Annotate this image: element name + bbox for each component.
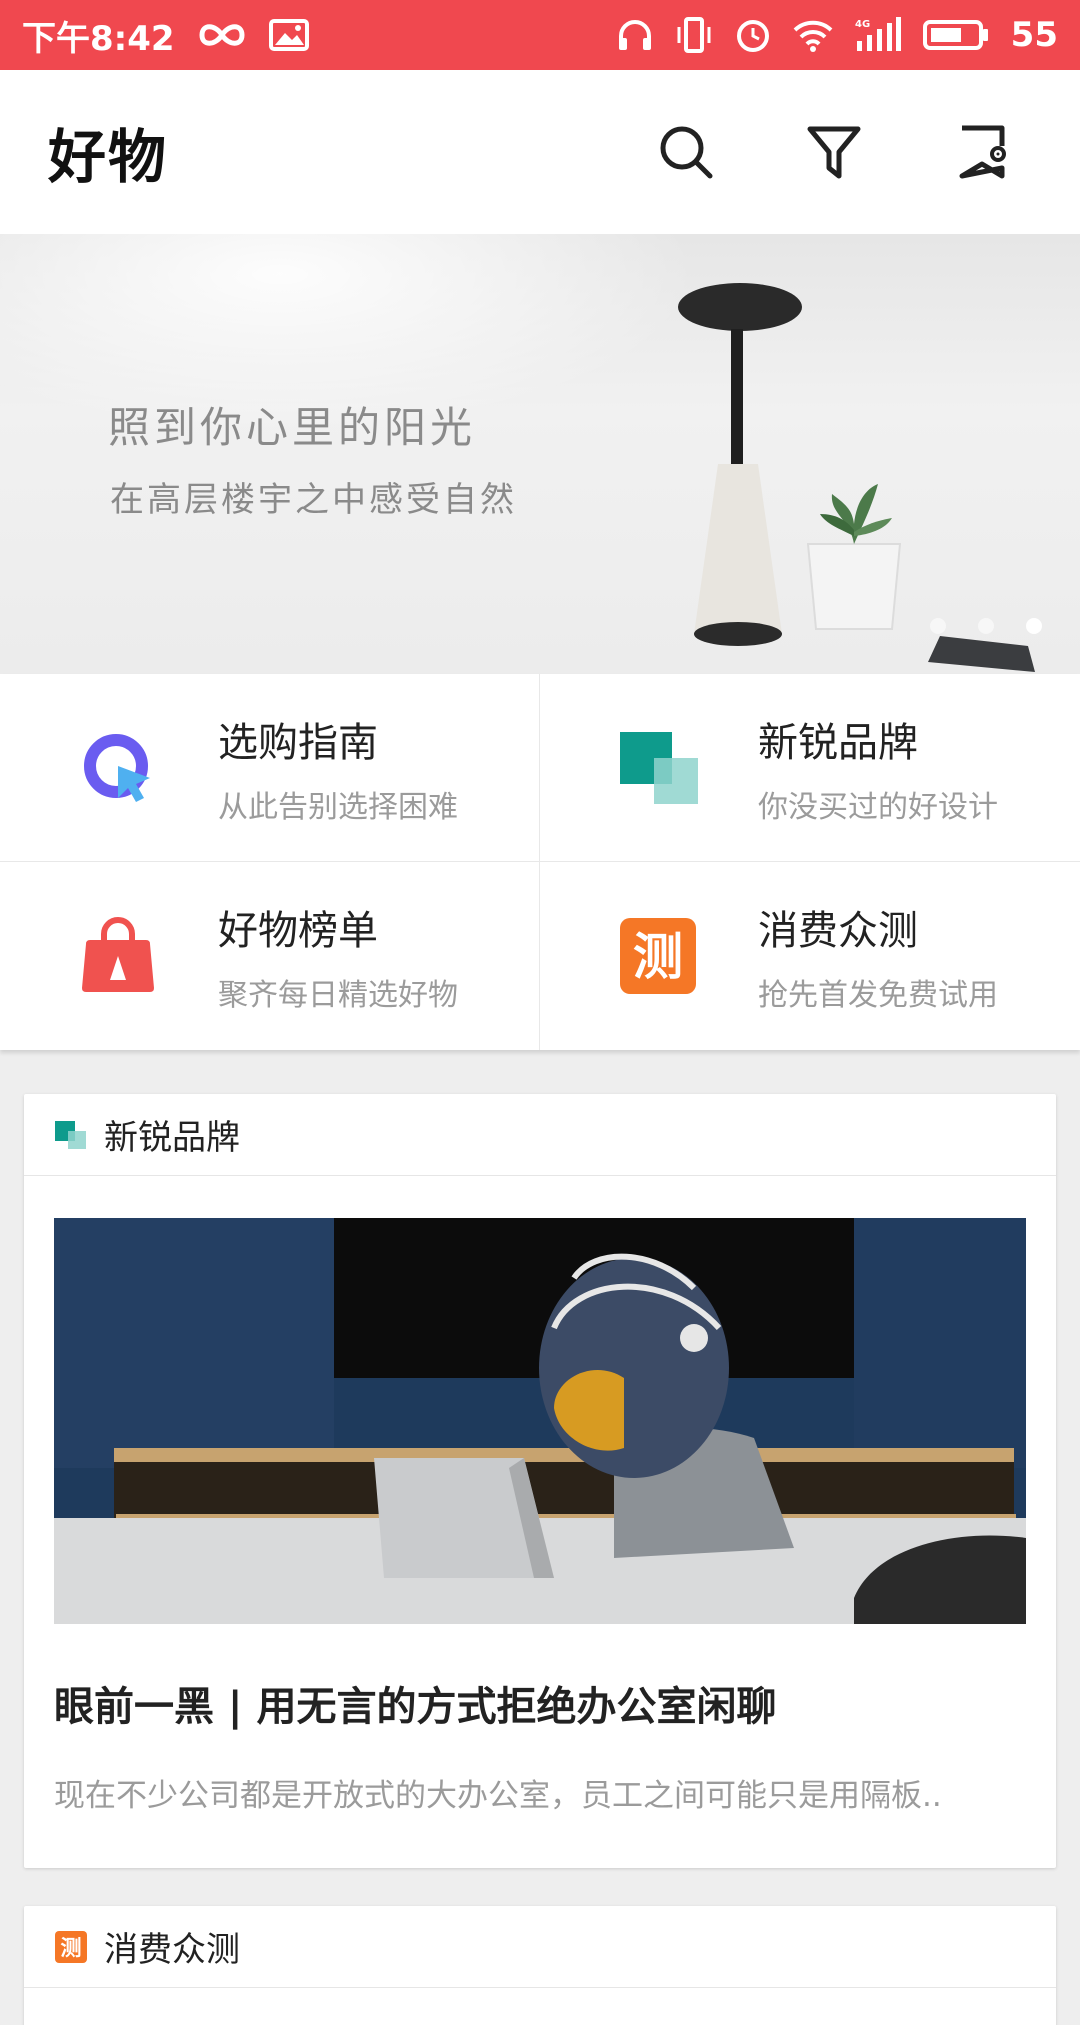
quick-links-grid: 选购指南 从此告别选择困难 新锐品牌 你没买过的好设计 好物榜单 聚齐每日精选好…: [0, 674, 1080, 1050]
quick-link-title: 消费众测: [758, 908, 918, 954]
banner-headline: 照到你心里的阳光: [108, 403, 477, 452]
filter-icon: [807, 126, 861, 179]
section-card-new-brands: 新锐品牌 眼前一黑 | 用无言的方式拒绝办公室闲聊 现在不少公司都是开放式的大办…: [24, 1094, 1056, 1868]
brand-icon: [620, 731, 698, 804]
quick-link-product-testing[interactable]: 测 消费众测 抢先首发免费试用: [540, 862, 1080, 1050]
quick-link-title: 新锐品牌: [758, 719, 918, 766]
banner-lamp-image: [678, 283, 1035, 672]
quick-link-title: 选购指南: [218, 719, 378, 766]
article-summary: 现在不少公司都是开放式的大办公室，员工之间可能只是用隔板..: [54, 1778, 942, 1814]
section-header[interactable]: 测 消费众测: [24, 1906, 1056, 1988]
section-card-product-testing: 测 消费众测: [24, 1906, 1056, 2025]
app-bar: 好物: [0, 70, 1080, 234]
page-title: 好物: [48, 123, 169, 191]
alarm-icon: [735, 15, 771, 55]
quick-link-title: 好物榜单: [218, 908, 378, 954]
promo-banner[interactable]: 照到你心里的阳光 在高层楼宇之中感受自然: [0, 234, 1080, 674]
banner-dot[interactable]: [930, 618, 946, 634]
search-icon: [660, 126, 713, 179]
bookmark-button[interactable]: [952, 122, 1012, 182]
quick-link-top-list[interactable]: 好物榜单 聚齐每日精选好物: [0, 862, 540, 1050]
signal-icon: 4G: [855, 15, 901, 55]
quick-link-new-brands[interactable]: 新锐品牌 你没买过的好设计: [540, 674, 1080, 862]
image-icon: [268, 15, 309, 55]
headphones-icon: [617, 15, 653, 55]
quick-link-subtitle: 你没买过的好设计: [758, 789, 998, 825]
brand-icon: [54, 1118, 88, 1152]
svg-text:4G: 4G: [855, 19, 870, 30]
battery-icon: [922, 15, 989, 55]
banner-subline: 在高层楼宇之中感受自然: [110, 480, 517, 520]
quick-link-buying-guide[interactable]: 选购指南 从此告别选择困难: [0, 674, 540, 862]
bag-icon: [82, 917, 154, 992]
article-title[interactable]: 眼前一黑 | 用无言的方式拒绝办公室闲聊: [54, 1674, 776, 1732]
svg-text:测: 测: [61, 1936, 82, 1960]
status-time: 下午8:42: [22, 18, 175, 59]
quick-link-subtitle: 从此告别选择困难: [218, 789, 458, 825]
section-header[interactable]: 新锐品牌: [24, 1094, 1056, 1176]
vibrate-icon: [675, 15, 713, 55]
section-title: 消费众测: [104, 1930, 240, 1970]
quick-link-subtitle: 抢先首发免费试用: [758, 978, 998, 1013]
banner-dot-active[interactable]: [1026, 618, 1042, 634]
section-title: 新锐品牌: [104, 1118, 240, 1158]
article-image[interactable]: [54, 1218, 1026, 1624]
quick-link-subtitle: 聚齐每日精选好物: [218, 978, 458, 1013]
bookmark-location-icon: [959, 125, 1006, 179]
search-button[interactable]: [656, 122, 716, 182]
infinity-icon: [197, 15, 247, 55]
status-bar: 下午8:42 4G 55: [0, 0, 1080, 70]
guide-icon: [84, 733, 150, 802]
test-icon: 测: [54, 1930, 88, 1964]
test-icon: 测: [620, 918, 696, 994]
battery-level: 55: [1010, 15, 1058, 55]
banner-pagination: [930, 618, 1042, 634]
banner-dot[interactable]: [978, 618, 994, 634]
svg-text:测: 测: [633, 928, 683, 986]
filter-button[interactable]: [804, 122, 864, 182]
wifi-icon: [793, 15, 833, 55]
